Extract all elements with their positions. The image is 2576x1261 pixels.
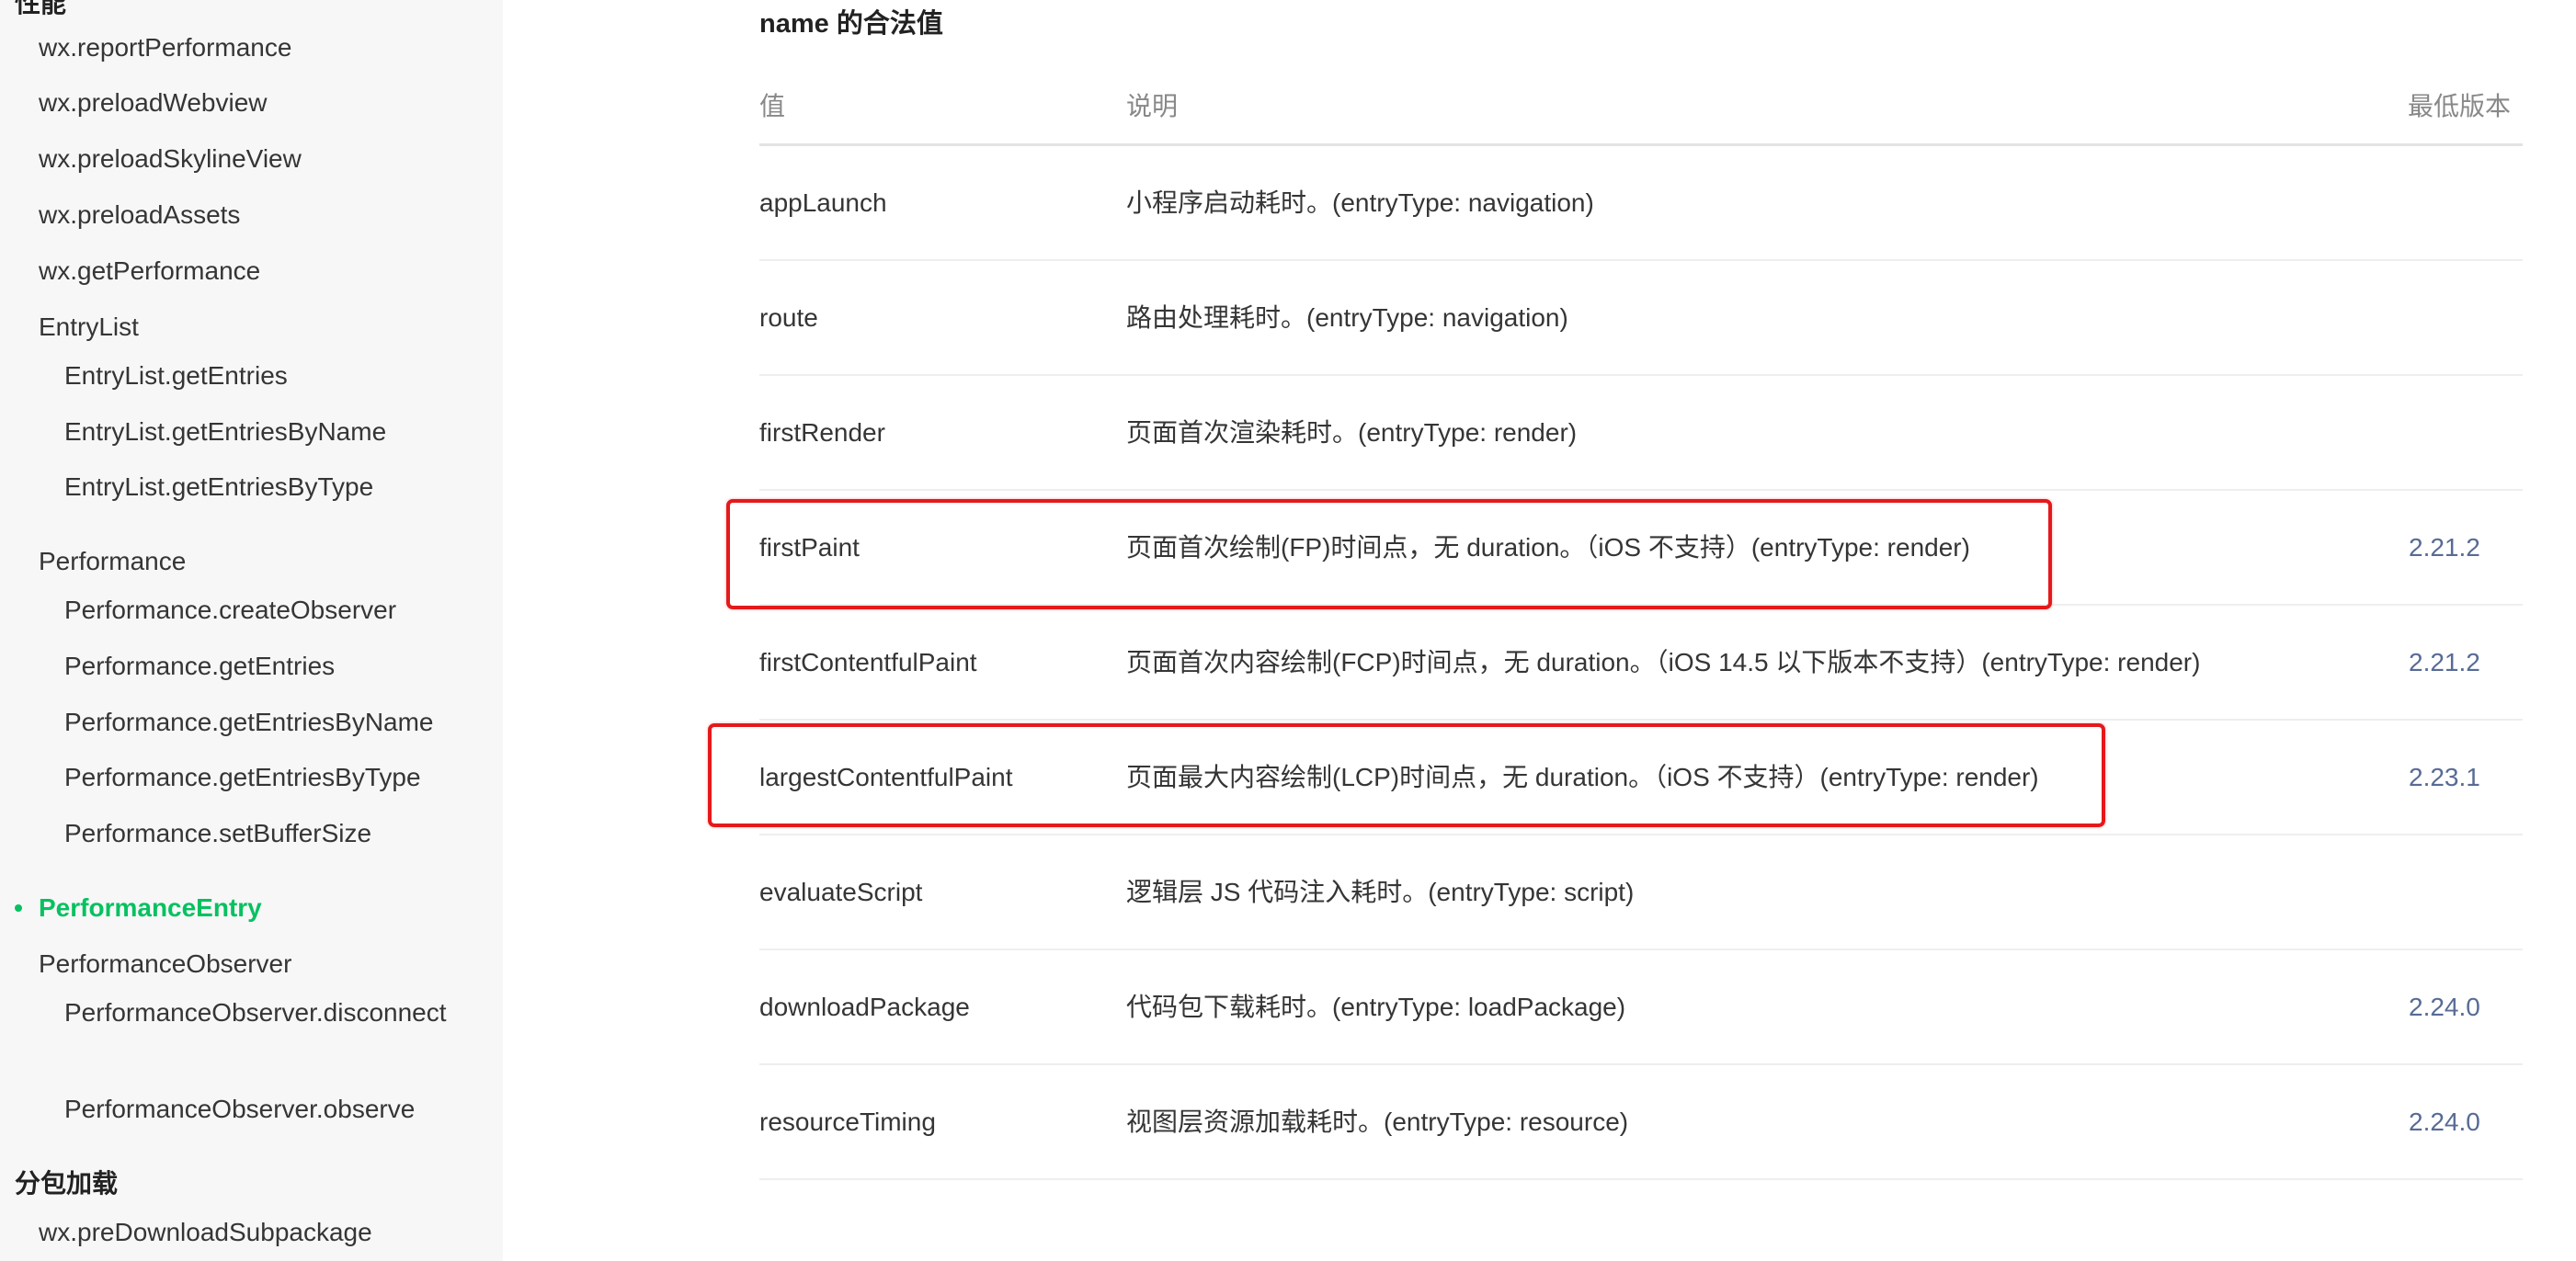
sidebar-item-wx-reportperformance[interactable]: wx.reportPerformance: [39, 28, 291, 68]
sidebar-item-performance[interactable]: Performance: [39, 541, 186, 582]
cell-description: 小程序启动耗时。(entryType: navigation): [1126, 188, 1594, 217]
row-divider: [759, 1178, 2523, 1180]
section-title: name 的合法值: [759, 9, 943, 39]
sidebar-item-performanceobserver-observe[interactable]: PerformanceObserver.observe: [64, 1089, 415, 1130]
sidebar-item-wx-preloadassets[interactable]: wx.preloadAssets: [39, 195, 240, 235]
table-row: firstRender 页面首次渲染耗时。(entryType: render): [759, 376, 2523, 491]
table-row: firstContentfulPaint 页面首次内容绘制(FCP)时间点，无 …: [759, 606, 2523, 721]
table-row: resourceTiming 视图层资源加载耗时。(entryType: res…: [759, 1065, 2523, 1180]
cell-version-link[interactable]: 2.21.2: [2409, 491, 2480, 605]
cell-value: resourceTiming: [759, 1108, 936, 1136]
sidebar-item-entrylist-getentriesbyname[interactable]: EntryList.getEntriesByName: [64, 412, 386, 452]
sidebar-item-performance-getentries[interactable]: Performance.getEntries: [64, 646, 335, 687]
cell-version-link[interactable]: 2.24.0: [2409, 950, 2480, 1064]
sidebar-item-entrylist[interactable]: EntryList: [39, 307, 139, 347]
cell-value: firstPaint: [759, 533, 860, 562]
cell-description: 页面首次渲染耗时。(entryType: render): [1126, 418, 1578, 447]
cell-value: largestContentfulPaint: [759, 763, 1013, 791]
cell-description: 路由处理耗时。(entryType: navigation): [1126, 303, 1568, 332]
sidebar-item-entrylist-getentries[interactable]: EntryList.getEntries: [64, 356, 288, 396]
cell-description: 页面首次内容绘制(FCP)时间点，无 duration。（iOS 14.5 以下…: [1126, 648, 2201, 676]
sidebar-item-performance-getentriesbyname[interactable]: Performance.getEntriesByName: [64, 702, 434, 743]
cell-version-link[interactable]: 2.24.0: [2409, 1065, 2480, 1179]
cell-description: 代码包下载耗时。(entryType: loadPackage): [1126, 993, 1626, 1021]
sidebar-item-wx-predownloadsubpackage[interactable]: wx.preDownloadSubpackage: [39, 1212, 372, 1253]
sidebar-item-performance-setbuffersize[interactable]: Performance.setBufferSize: [64, 813, 371, 854]
sidebar-item-entrylist-getentriesbytype[interactable]: EntryList.getEntriesByType: [64, 467, 373, 507]
cell-description: 页面最大内容绘制(LCP)时间点，无 duration。（iOS 不支持）(en…: [1126, 763, 2039, 791]
table-header-value: 值: [759, 92, 786, 120]
cell-value: route: [759, 303, 818, 332]
cell-version-link[interactable]: 2.21.2: [2409, 606, 2480, 720]
cell-description: 页面首次绘制(FP)时间点，无 duration。（iOS 不支持）(entry…: [1126, 533, 1970, 562]
sidebar-item-performance-createobserver[interactable]: Performance.createObserver: [64, 590, 396, 630]
table-row: appLaunch 小程序启动耗时。(entryType: navigation…: [759, 146, 2523, 261]
table-header-min-version: 最低版本: [2408, 92, 2512, 120]
table-row: evaluateScript 逻辑层 JS 代码注入耗时。(entryType:…: [759, 835, 2523, 950]
cell-value: firstRender: [759, 418, 885, 447]
sidebar-item-wx-getperformance[interactable]: wx.getPerformance: [39, 251, 260, 291]
active-indicator-dot: [15, 904, 22, 912]
cell-description: 视图层资源加载耗时。(entryType: resource): [1126, 1108, 1629, 1136]
sidebar-group-performance: 性能: [15, 0, 67, 17]
cell-description: 逻辑层 JS 代码注入耗时。(entryType: script): [1126, 878, 1635, 906]
table-header-description: 说明: [1126, 92, 1179, 120]
table-row: route 路由处理耗时。(entryType: navigation): [759, 261, 2523, 376]
table-row: downloadPackage 代码包下载耗时。(entryType: load…: [759, 950, 2523, 1065]
cell-value: firstContentfulPaint: [759, 648, 977, 676]
sidebar-item-performanceobserver[interactable]: PerformanceObserver: [39, 944, 291, 984]
cell-value: evaluateScript: [759, 878, 923, 906]
cell-value: appLaunch: [759, 188, 887, 217]
cell-value: downloadPackage: [759, 993, 970, 1021]
sidebar-item-wx-preloadwebview[interactable]: wx.preloadWebview: [39, 83, 268, 123]
sidebar-item-wx-preloadskylineview[interactable]: wx.preloadSkylineView: [39, 139, 302, 179]
table-row: firstPaint 页面首次绘制(FP)时间点，无 duration。（iOS…: [759, 491, 2523, 606]
sidebar-item-performanceobserver-disconnect[interactable]: PerformanceObserver.disconnect: [64, 993, 450, 1033]
sidebar-group-subpackage: 分包加载: [15, 1169, 119, 1198]
cell-version-link[interactable]: 2.23.1: [2409, 721, 2480, 835]
table-row: largestContentfulPaint 页面最大内容绘制(LCP)时间点，…: [759, 721, 2523, 835]
sidebar-item-performanceentry[interactable]: PerformanceEntry: [39, 888, 262, 928]
sidebar-item-performance-getentriesbytype[interactable]: Performance.getEntriesByType: [64, 757, 421, 798]
sidebar-nav: 性能 wx.reportPerformance wx.preloadWebvie…: [0, 0, 503, 1261]
